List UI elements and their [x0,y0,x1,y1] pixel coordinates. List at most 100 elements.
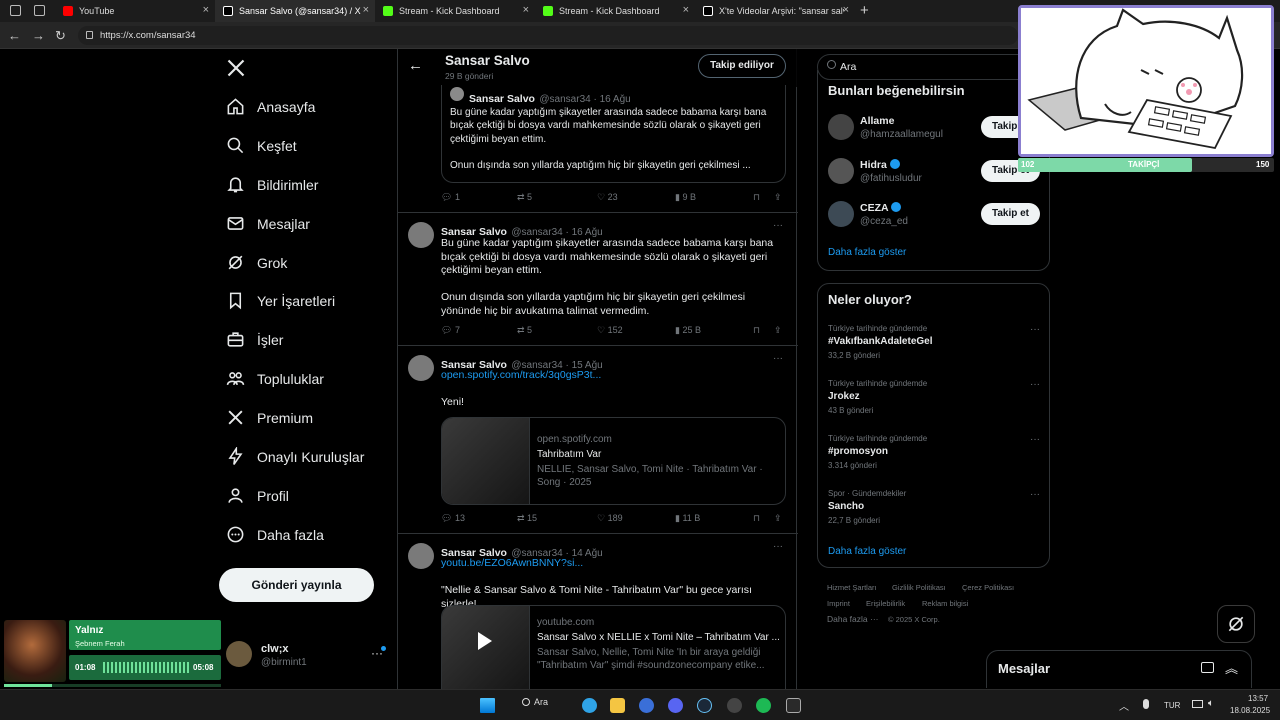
show-more-link[interactable]: Daha fazla göster [828,546,906,557]
close-icon[interactable]: × [683,4,689,16]
suggestion-item[interactable]: Hidra @fatihusludur Takip et [828,156,1040,188]
nav-item-grok[interactable]: Grok [226,253,287,272]
repost-button[interactable]: ⇄ 15 [517,513,537,524]
trend-item[interactable]: Spor · Gündemdekiler Sancho 22,7 B gönderi… [828,489,1040,525]
nav-item-notifications[interactable]: Bildirimler [226,175,318,194]
suggestion-item[interactable]: CEZA @ceza_ed Takip et [828,199,1040,231]
tweet[interactable]: Sansar Salvo @sansar34 · 14 Ağu ··· yout… [398,534,798,689]
play-icon[interactable] [478,632,492,650]
link-card[interactable]: youtube.com Sansar Salvo x NELLIE x Tomi… [441,605,786,689]
tweet[interactable]: Sansar Salvo @sansar34 · 15 Ağu ··· open… [398,346,798,534]
more-icon[interactable]: ··· [773,541,783,552]
reply-button[interactable]: 💬︎ 13 [441,513,465,524]
close-icon[interactable]: × [363,4,369,16]
grok-floating-button[interactable] [1217,605,1255,643]
tab-x-videos[interactable]: X'te Videolar Arşivi: "sansar salvo × [695,0,855,22]
chevron-up-icon[interactable]: ︽ [1225,658,1238,677]
repost-button[interactable]: ⇄ 5 [517,192,532,203]
discord-icon[interactable] [668,698,683,713]
footer-link[interactable]: Çerez Politikası [962,583,1014,592]
share-icon[interactable]: ⇪ [774,325,782,336]
volume-icon[interactable]: 🔈︎ [1208,698,1214,709]
share-icon[interactable]: ⇪ [774,513,782,524]
bookmark-icon[interactable]: ⊓ [753,513,760,524]
microphone-icon[interactable] [1143,699,1149,709]
footer-link[interactable]: Daha fazla ··· [827,614,879,624]
trend-item[interactable]: Türkiye tarihinde gündemde #promosyon 3.31… [828,434,1040,470]
account-switcher[interactable]: clw;x @birmint1 ··· [226,640,386,674]
follow-button[interactable]: Takip et [980,203,1040,225]
nav-item-bookmarks[interactable]: Yer İşaretleri [226,291,335,310]
reply-button[interactable]: 💬︎ 7 [441,325,460,336]
file-explorer-icon[interactable] [610,698,625,713]
following-button[interactable]: Takip ediliyor [698,54,786,78]
tab-kick-1[interactable]: Stream - Kick Dashboard × [375,0,535,22]
nav-item-profile[interactable]: Profil [226,486,289,505]
more-icon[interactable]: ··· [1030,489,1040,500]
clock-time[interactable]: 13:57 [1248,694,1268,703]
epic-games-icon[interactable] [786,698,801,713]
post-button[interactable]: Gönderi yayınla [219,568,374,602]
suggestion-item[interactable]: Allame @hamzaallamegul Takip et [828,112,1040,144]
back-icon[interactable]: ← [8,28,21,43]
nav-item-premium[interactable]: Premium [226,408,313,427]
nav-item-jobs[interactable]: İşler [226,330,283,349]
footer-link[interactable]: Reklam bilgisi [922,599,968,608]
tab-youtube[interactable]: YouTube × [55,0,215,22]
trend-item[interactable]: Türkiye tarihinde gündemde #VakıfbankAdal… [828,324,1040,360]
workspaces-icon[interactable] [10,5,21,16]
close-icon[interactable]: × [523,4,529,16]
messages-drawer[interactable]: Mesajlar ︽ [986,650,1252,688]
taskbar-search[interactable]: Ara [522,697,572,714]
show-more-link[interactable]: Daha fazla göster [828,247,906,258]
more-icon[interactable]: ··· [773,220,783,231]
tweet-link[interactable]: open.spotify.com/track/3q0gsP3t... [441,369,601,381]
more-icon[interactable]: ··· [1030,379,1040,390]
reply-button[interactable]: 💬︎ 1 [441,192,460,203]
refresh-icon[interactable]: ↻ [55,28,66,44]
bookmark-icon[interactable]: ⊓ [753,325,760,336]
share-icon[interactable]: ⇪ [774,192,782,203]
tweet[interactable]: Sansar Salvo @sansar34 · 16 Ağu ··· Bu g… [398,213,798,346]
footer-link[interactable]: Gizlilik Politikası [892,583,946,592]
close-icon[interactable]: × [843,4,849,16]
language-indicator[interactable]: TUR [1164,701,1180,710]
new-message-icon[interactable] [1201,662,1214,673]
back-arrow-icon[interactable]: ← [408,57,423,74]
start-icon[interactable] [480,698,495,713]
tab-actions-icon[interactable] [34,5,45,16]
clock-date[interactable]: 18.08.2025 [1230,706,1270,715]
spotify-icon[interactable] [756,698,771,713]
steam-icon[interactable] [697,698,712,713]
nav-item-verified-orgs[interactable]: Onaylı Kuruluşlar [226,447,364,466]
new-tab-icon[interactable]: + [860,2,869,19]
nav-item-home[interactable]: Anasayfa [226,97,315,116]
url-input[interactable]: https://x.com/sansar34 [78,26,1018,45]
close-icon[interactable]: × [203,4,209,16]
forward-icon[interactable]: → [32,28,45,43]
link-card[interactable]: open.spotify.com Tahribatım Var NELLIE, … [441,417,786,505]
app-icon[interactable] [639,698,654,713]
x-logo-icon[interactable] [226,58,246,78]
bookmark-icon[interactable]: ⊓ [753,192,760,203]
app-icon[interactable] [727,698,742,713]
nav-item-explore[interactable]: Keşfet [226,136,297,155]
footer-link[interactable]: Imprint [827,599,850,608]
nav-item-messages[interactable]: Mesajlar [226,214,310,233]
edge-icon[interactable] [582,698,597,713]
views-counter[interactable]: ▮ 25 B [675,325,701,336]
like-button[interactable]: ♡ 189 [597,513,623,524]
tab-x-profile[interactable]: Sansar Salvo (@sansar34) / X × [215,0,375,22]
tab-kick-2[interactable]: Stream - Kick Dashboard × [535,0,695,22]
more-icon[interactable]: ··· [1030,434,1040,445]
like-button[interactable]: ♡ 23 [597,192,618,203]
more-icon[interactable]: ··· [773,353,783,364]
repost-button[interactable]: ⇄ 5 [517,325,532,336]
quoted-tweet[interactable]: Sansar Salvo @sansar34 · 16 Ağu Bu güne … [441,85,786,183]
nav-item-communities[interactable]: Topluluklar [226,369,324,388]
nav-item-more[interactable]: Daha fazla [226,525,324,544]
tweet[interactable]: Sansar Salvo @sansar34 · 16 Ağu Bu güne … [398,85,798,213]
chevron-up-icon[interactable]: ︿ [1119,698,1129,713]
like-button[interactable]: ♡ 152 [597,325,623,336]
display-icon[interactable] [1192,700,1203,708]
